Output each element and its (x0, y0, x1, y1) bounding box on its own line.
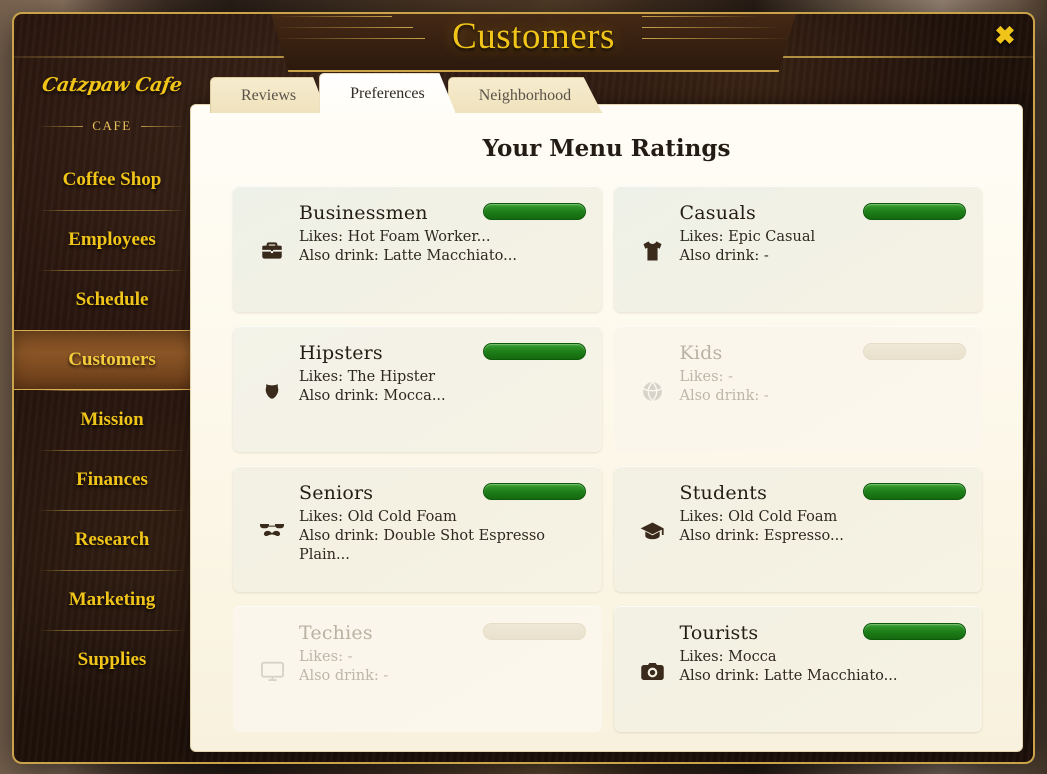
section-rule-left (38, 125, 84, 127)
customer-also-drink: Also drink: - (679, 247, 769, 264)
customer-card-students[interactable]: Students Likes: Old Cold Foam Also drink: … (613, 466, 982, 592)
customer-likes: Likes: Epic Casual (679, 229, 816, 245)
customer-likes: Likes: The Hipster (299, 369, 436, 385)
graduation-cap-icon (638, 516, 668, 546)
sidebar-item-label: Marketing (68, 589, 156, 610)
tab-neighborhood[interactable]: Neighborhood (447, 77, 603, 113)
customer-card-casuals[interactable]: Casuals Likes: Epic Casual Also drink: - (613, 186, 982, 312)
customer-likes: Likes: - (679, 369, 733, 385)
customer-likes: Likes: Hot Foam Worker... (299, 229, 491, 245)
customer-also-drink: Also drink: - (679, 387, 769, 404)
monitor-icon (257, 656, 287, 686)
sidebar-item-label: Research (74, 529, 150, 550)
sidebar-item-coffee-shop[interactable]: Coffee Shop (32, 150, 192, 210)
customer-card-businessmen[interactable]: Businessmen Likes: Hot Foam Worker... Also… (233, 186, 602, 312)
rating-bar (863, 203, 966, 220)
rating-bar (482, 483, 586, 500)
sidebar-item-label: Employees (68, 229, 156, 250)
sidebar-item-finances[interactable]: Finances (32, 450, 192, 510)
sidebar-item-schedule[interactable]: Schedule (32, 270, 192, 330)
customer-also-drink: Also drink: Latte Macchiato... (679, 667, 898, 684)
banner-decoration-left (275, 16, 425, 60)
sidebar-item-label: Customers (68, 349, 156, 370)
sidebar-item-marketing[interactable]: Marketing (32, 570, 192, 630)
sidebar-item-label: Mission (80, 409, 144, 430)
tab-reviews[interactable]: Reviews (210, 77, 328, 113)
tab-preferences[interactable]: Preferences (319, 73, 456, 113)
sidebar-item-mission[interactable]: Mission (32, 390, 192, 450)
brand-logo: Catzpaw Cafe (40, 74, 184, 96)
sidebar-nav: Coffee Shop Employees Schedule Customers Mis… (14, 150, 212, 690)
sidebar-item-employees[interactable]: Employees (32, 210, 192, 270)
sidebar-item-customers[interactable]: Customers (14, 330, 212, 390)
glasses-mustache-icon (257, 516, 287, 546)
customer-also-drink: Also drink: Espresso... (679, 527, 844, 544)
customer-likes: Likes: - (299, 649, 353, 665)
customer-also-drink: Also drink: Mocca... (299, 387, 446, 404)
ball-icon (638, 376, 668, 406)
sidebar-item-label: Finances (76, 469, 148, 490)
briefcase-icon (257, 236, 287, 266)
sidebar-item-research[interactable]: Research (32, 510, 192, 570)
sidebar-item-label: Coffee Shop (62, 169, 162, 190)
sidebar-item-supplies[interactable]: Supplies (32, 630, 192, 690)
customer-likes: Likes: Old Cold Foam (679, 509, 838, 525)
tab-label: Preferences (350, 84, 425, 102)
customer-card-grid: Businessmen Likes: Hot Foam Worker... Also… (191, 162, 1022, 732)
camera-icon (638, 656, 668, 686)
rating-bar (482, 203, 586, 220)
page-title: Customers (452, 15, 615, 57)
customer-likes: Likes: Old Cold Foam (299, 509, 457, 525)
section-rule-right (140, 125, 187, 127)
sidebar-section-header: CAFE (38, 118, 187, 134)
customer-card-techies[interactable]: Techies Likes: - Also drink: - (233, 606, 602, 732)
sidebar-section-label: CAFE (92, 118, 132, 133)
tab-bar: Reviews Preferences Neighborhood (210, 73, 603, 113)
customer-card-seniors[interactable]: Seniors Likes: Old Cold Foam Also drink: D… (233, 466, 602, 592)
panel-heading: Your Menu Ratings (482, 135, 731, 162)
sidebar-item-label: Supplies (77, 649, 147, 670)
customer-likes: Likes: Mocca (679, 649, 777, 665)
content-panel: Your Menu Ratings Businessmen Likes: Hot … (190, 104, 1023, 752)
tab-label: Reviews (241, 86, 297, 104)
rating-bar (482, 343, 586, 360)
rating-bar (482, 623, 586, 640)
customer-also-drink: Also drink: Latte Macchiato... (299, 247, 517, 264)
rating-bar (863, 343, 966, 360)
sidebar-item-label: Schedule (75, 289, 149, 310)
close-icon[interactable]: ✖ (989, 20, 1021, 52)
tshirt-icon (638, 236, 668, 266)
beard-icon (257, 376, 287, 406)
customer-card-tourists[interactable]: Tourists Likes: Mocca Also drink: Latte Ma… (613, 606, 982, 732)
banner-decoration-right (642, 16, 792, 60)
customer-card-kids[interactable]: Kids Likes: - Also drink: - (613, 326, 982, 452)
rating-bar (863, 483, 966, 500)
customer-card-hipsters[interactable]: Hipsters Likes: The Hipster Also drink: Mo… (233, 326, 602, 452)
tab-label: Neighborhood (478, 86, 572, 104)
sidebar: Catzpaw Cafe CAFE Coffee Shop Employees Sc… (14, 56, 212, 754)
customer-also-drink: Also drink: - (299, 667, 389, 684)
title-banner: Customers (267, 14, 800, 72)
customers-modal-window: Customers ✖ Catzpaw Cafe CAFE Coffee Sho… (12, 12, 1035, 764)
rating-bar (863, 623, 966, 640)
customer-also-drink: Also drink: Double Shot Espresso Plain..… (299, 527, 546, 563)
